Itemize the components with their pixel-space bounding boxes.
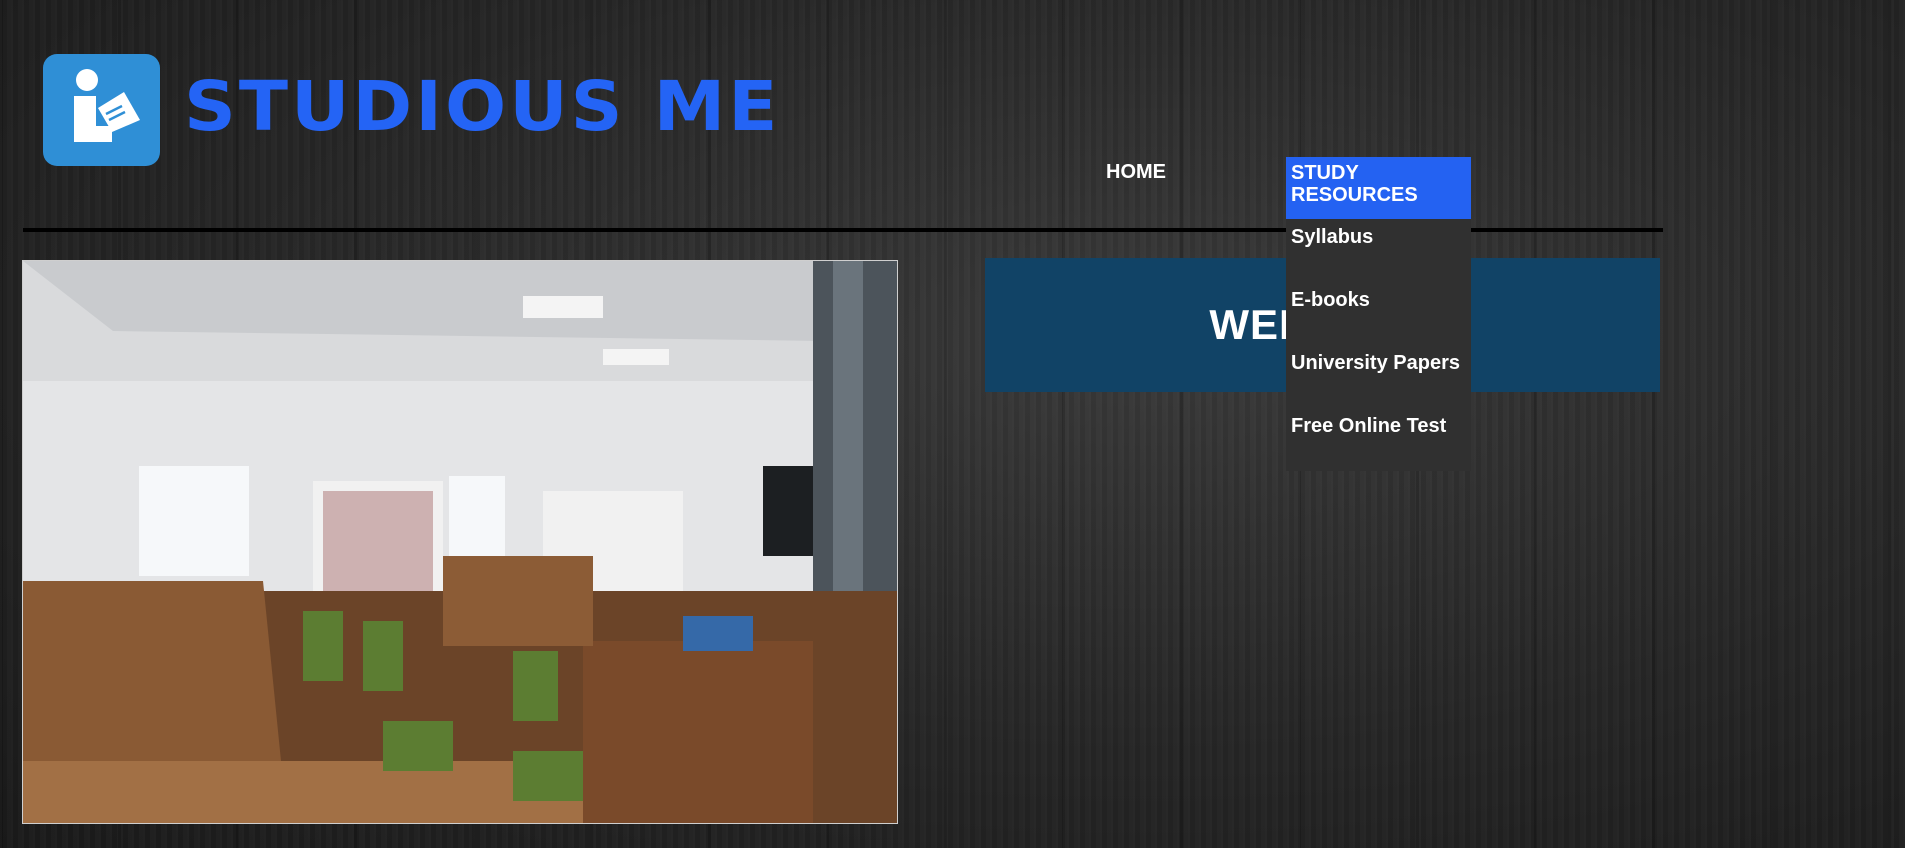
menu-item-ebooks[interactable]: E-books bbox=[1286, 282, 1471, 345]
nav-study-resources-line1: STUDY bbox=[1291, 162, 1359, 184]
reader-book-icon-svg bbox=[73, 69, 140, 142]
study-resources-dropdown[interactable]: STUDY RESOURCES Syllabus E-books Univers… bbox=[1286, 157, 1471, 471]
menu-item-syllabus[interactable]: Syllabus bbox=[1286, 219, 1471, 282]
menu-item-university-papers[interactable]: University Papers bbox=[1286, 345, 1471, 408]
reader-book-icon bbox=[43, 54, 160, 166]
nav-home-link[interactable]: HOME bbox=[1106, 161, 1166, 184]
menu-item-free-online-test[interactable]: Free Online Test bbox=[1286, 408, 1471, 471]
site-logo[interactable]: STUDIOUS ME bbox=[43, 54, 780, 166]
nav-study-resources[interactable]: STUDY RESOURCES bbox=[1286, 157, 1471, 219]
study-resources-menu: Syllabus E-books University Papers Free … bbox=[1286, 219, 1471, 471]
nav-study-resources-line2: RESOURCES bbox=[1291, 184, 1418, 206]
site-title: STUDIOUS ME bbox=[184, 66, 781, 146]
library-photo-svg bbox=[23, 261, 897, 823]
library-photo bbox=[22, 260, 898, 824]
